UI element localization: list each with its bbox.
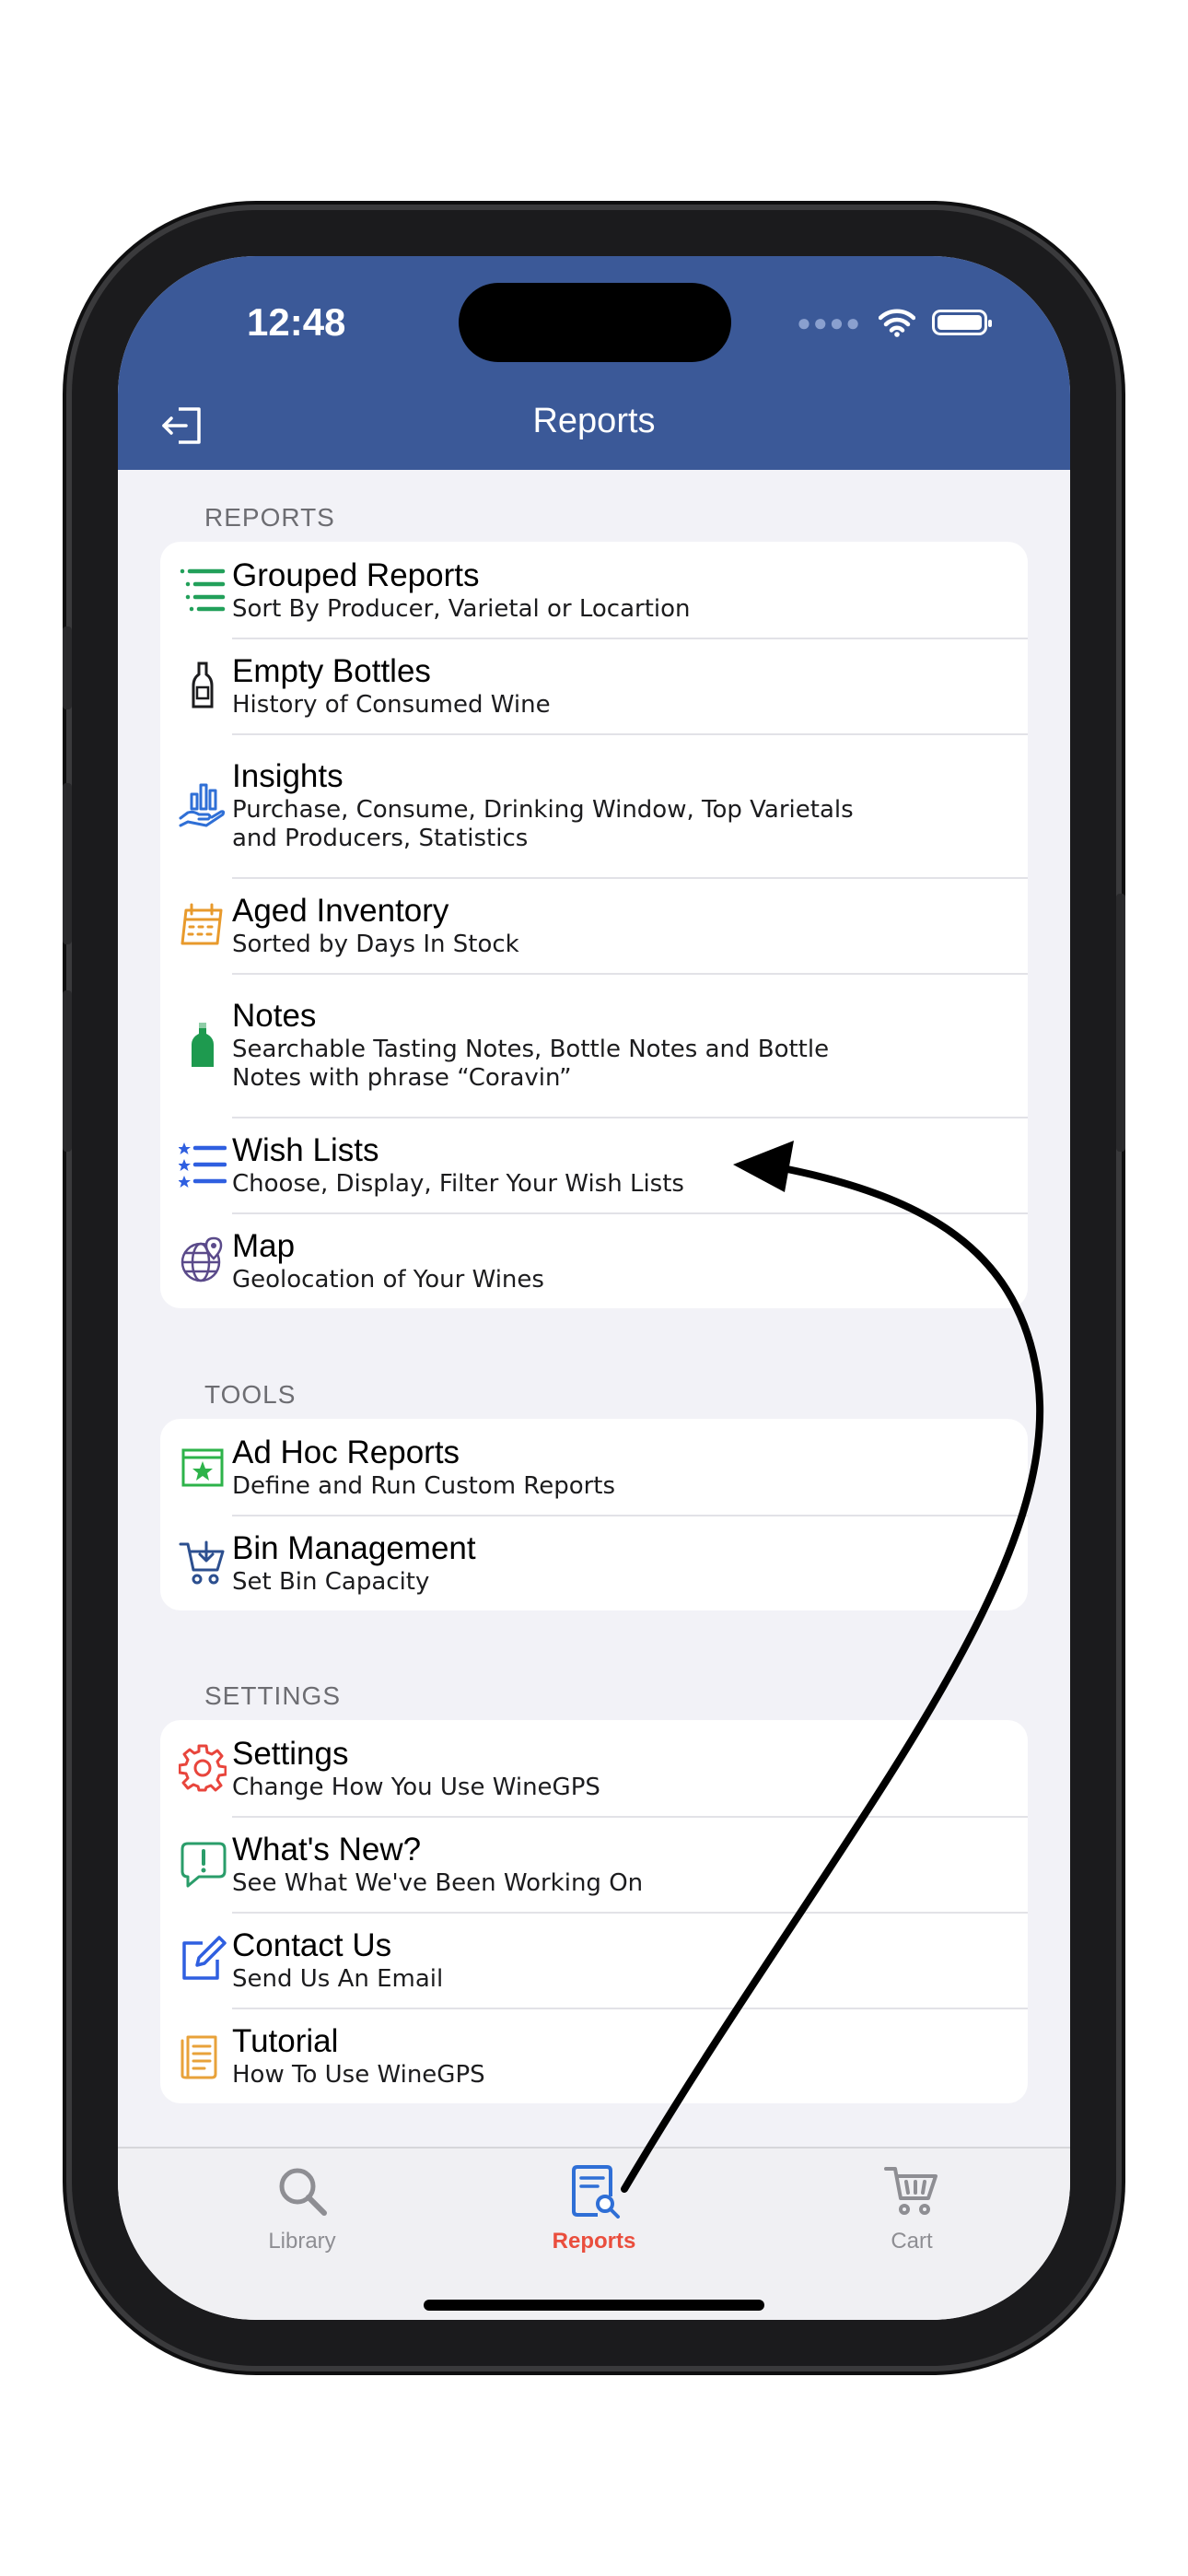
list-item-whats-new[interactable]: What's New? See What We've Been Working O… bbox=[160, 1816, 1028, 1912]
item-subtitle: How To Use WineGPS bbox=[232, 2060, 485, 2089]
item-subtitle: Set Bin Capacity bbox=[232, 1567, 430, 1596]
section-label-tools: TOOLS bbox=[204, 1380, 297, 1409]
tab-library[interactable]: Library bbox=[210, 2163, 394, 2254]
item-subtitle: Geolocation of Your Wines bbox=[232, 1265, 544, 1294]
cart-icon bbox=[884, 2167, 938, 2215]
item-subtitle: Sorted by Days In Stock bbox=[232, 930, 519, 958]
settings-card: Settings Change How You Use WineGPS What'… bbox=[160, 1720, 1028, 2103]
list-item-ad-hoc-reports[interactable]: Ad Hoc Reports Define and Run Custom Repo… bbox=[160, 1419, 1028, 1515]
speech-alert-icon bbox=[181, 1842, 227, 1888]
tab-cart[interactable]: Cart bbox=[820, 2163, 1004, 2254]
battery-icon bbox=[932, 310, 992, 335]
item-subtitle: Sort By Producer, Varietal or Locartion bbox=[232, 594, 691, 623]
item-label: Grouped Reports bbox=[232, 556, 480, 593]
report-search-icon bbox=[572, 2165, 620, 2219]
cellular-signal-icon: ●●●● bbox=[797, 308, 862, 336]
power-button bbox=[1116, 894, 1125, 1152]
item-label: Empty Bottles bbox=[232, 652, 431, 689]
chart-hand-icon bbox=[179, 783, 226, 827]
list-item-grouped-reports[interactable]: Grouped Reports Sort By Producer, Varieta… bbox=[160, 542, 1028, 638]
wifi-icon bbox=[879, 309, 915, 337]
compose-icon bbox=[182, 1936, 227, 1980]
item-subtitle: History of Consumed Wine bbox=[232, 690, 551, 719]
volume-down-button bbox=[63, 990, 72, 1152]
item-subtitle: Purchase, Consume, Drinking Window, Top … bbox=[232, 796, 854, 852]
list-item-map[interactable]: Map Geolocation of Your Wines bbox=[160, 1212, 1028, 1308]
reports-card: Grouped Reports Sort By Producer, Varieta… bbox=[160, 542, 1028, 1308]
item-label: Contact Us bbox=[232, 1926, 392, 1963]
section-label-reports: REPORTS bbox=[204, 503, 335, 532]
gear-icon bbox=[179, 1744, 227, 1792]
item-label: Insights bbox=[232, 758, 344, 794]
tools-card: Ad Hoc Reports Define and Run Custom Repo… bbox=[160, 1419, 1028, 1610]
list-item-bin-management[interactable]: Bin Management Set Bin Capacity bbox=[160, 1515, 1028, 1610]
list-item-settings[interactable]: Settings Change How You Use WineGPS bbox=[160, 1720, 1028, 1816]
search-icon bbox=[279, 2168, 327, 2216]
list-item-insights[interactable]: Insights Purchase, Consume, Drinking Wind… bbox=[160, 733, 1028, 877]
calendar-icon bbox=[181, 903, 223, 945]
app-screen: 12:48 ●●●● Reports REPORTS Grouped Repor… bbox=[118, 256, 1070, 2320]
wine-bottle-icon bbox=[192, 662, 214, 708]
grouped-list-icon bbox=[180, 568, 226, 612]
home-indicator bbox=[424, 2300, 764, 2311]
status-icons: ●●●● bbox=[797, 304, 992, 341]
nav-header: 12:48 ●●●● Reports bbox=[118, 256, 1070, 470]
item-label: Notes bbox=[232, 998, 317, 1034]
item-subtitle: Choose, Display, Filter Your Wish Lists bbox=[232, 1169, 684, 1198]
volume-up-button bbox=[63, 783, 72, 944]
list-item-empty-bottles[interactable]: Empty Bottles History of Consumed Wine bbox=[160, 638, 1028, 733]
item-label: Aged Inventory bbox=[232, 892, 449, 929]
item-label: Map bbox=[232, 1227, 296, 1264]
item-label: Settings bbox=[232, 1735, 349, 1772]
tab-reports[interactable]: Reports bbox=[502, 2163, 686, 2254]
tab-label: Cart bbox=[891, 2229, 933, 2254]
globe-pin-icon bbox=[181, 1236, 223, 1282]
list-item-wish-lists[interactable]: Wish Lists Choose, Display, Filter Your W… bbox=[160, 1117, 1028, 1212]
list-item-tutorial[interactable]: Tutorial How To Use WineGPS bbox=[160, 2008, 1028, 2103]
section-label-settings: SETTINGS bbox=[204, 1681, 342, 1710]
cart-down-icon bbox=[179, 1540, 225, 1585]
item-subtitle: Searchable Tasting Notes, Bottle Notes a… bbox=[232, 1036, 830, 1092]
item-label: Ad Hoc Reports bbox=[232, 1434, 460, 1470]
list-item-aged-inventory[interactable]: Aged Inventory Sorted by Days In Stock bbox=[160, 877, 1028, 973]
item-subtitle: Change How You Use WineGPS bbox=[232, 1773, 600, 1801]
item-label: Tutorial bbox=[232, 2022, 339, 2059]
list-item-notes[interactable]: Notes Searchable Tasting Notes, Bottle No… bbox=[160, 973, 1028, 1117]
tab-bar: Library Reports Cart bbox=[118, 2147, 1070, 2320]
list-item-contact-us[interactable]: Contact Us Send Us An Email bbox=[160, 1912, 1028, 2008]
item-label: Wish Lists bbox=[232, 1131, 379, 1168]
tab-label: Reports bbox=[552, 2229, 636, 2254]
page-title: Reports bbox=[532, 402, 656, 440]
dynamic-island bbox=[459, 283, 731, 362]
item-subtitle: Send Us An Email bbox=[232, 1964, 444, 1993]
star-box-icon bbox=[181, 1448, 224, 1487]
item-label: Bin Management bbox=[232, 1529, 476, 1566]
item-label: What's New? bbox=[232, 1831, 422, 1868]
tab-label: Library bbox=[268, 2229, 336, 2254]
item-subtitle: See What We've Been Working On bbox=[232, 1868, 644, 1897]
mute-switch bbox=[63, 626, 72, 709]
notepad-icon bbox=[181, 2035, 217, 2079]
item-subtitle: Define and Run Custom Reports bbox=[232, 1471, 616, 1500]
status-time: 12:48 bbox=[247, 300, 346, 344]
star-list-icon bbox=[179, 1142, 227, 1188]
green-bottle-icon bbox=[192, 1023, 214, 1067]
